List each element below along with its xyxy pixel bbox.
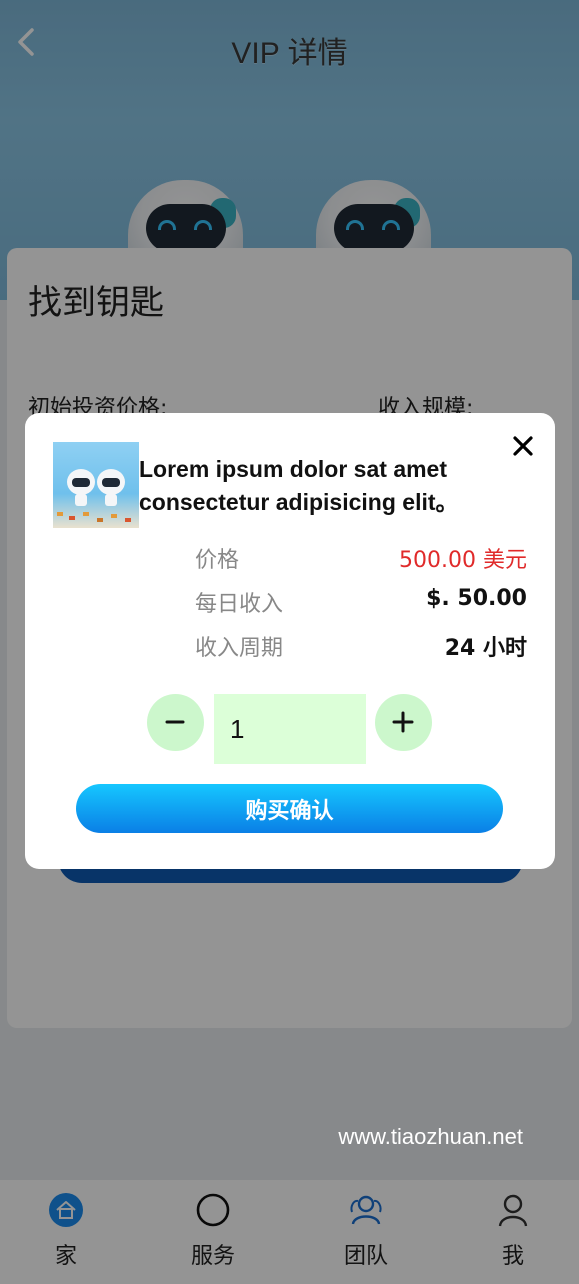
income-cycle-label: 收入周期 <box>195 636 284 661</box>
purchase-modal: Lorem ipsum dolor sat amet consectetur a… <box>25 413 555 869</box>
price-label: 价格 <box>195 548 240 573</box>
price-value: 500.00 美元 <box>399 548 527 573</box>
quantity-input[interactable] <box>214 694 366 764</box>
page-root: VIP 详情 找到钥匙 初始投资价格: 收入规模: 家 服务 团队 我 www.… <box>0 0 579 1284</box>
price-row: 价格 500.00 美元 <box>195 542 527 576</box>
daily-income-value: $. 50.00 <box>426 586 527 611</box>
daily-income-row: 每日收入 $. 50.00 <box>195 586 527 620</box>
robot-thumbnail-icon <box>57 469 131 522</box>
decrease-quantity-button[interactable] <box>147 694 204 751</box>
income-cycle-row: 收入周期 24 小时 <box>195 630 527 664</box>
plus-icon <box>392 711 414 733</box>
confirm-purchase-button[interactable]: 购买确认 <box>76 784 503 833</box>
increase-quantity-button[interactable] <box>375 694 432 751</box>
product-thumbnail <box>53 442 139 528</box>
minus-icon <box>165 720 185 724</box>
product-title: Lorem ipsum dolor sat amet consectetur a… <box>139 456 459 515</box>
daily-income-label: 每日收入 <box>195 592 284 617</box>
income-cycle-value: 24 小时 <box>444 636 527 661</box>
watermark-text: www.tiaozhuan.net <box>338 1124 523 1149</box>
